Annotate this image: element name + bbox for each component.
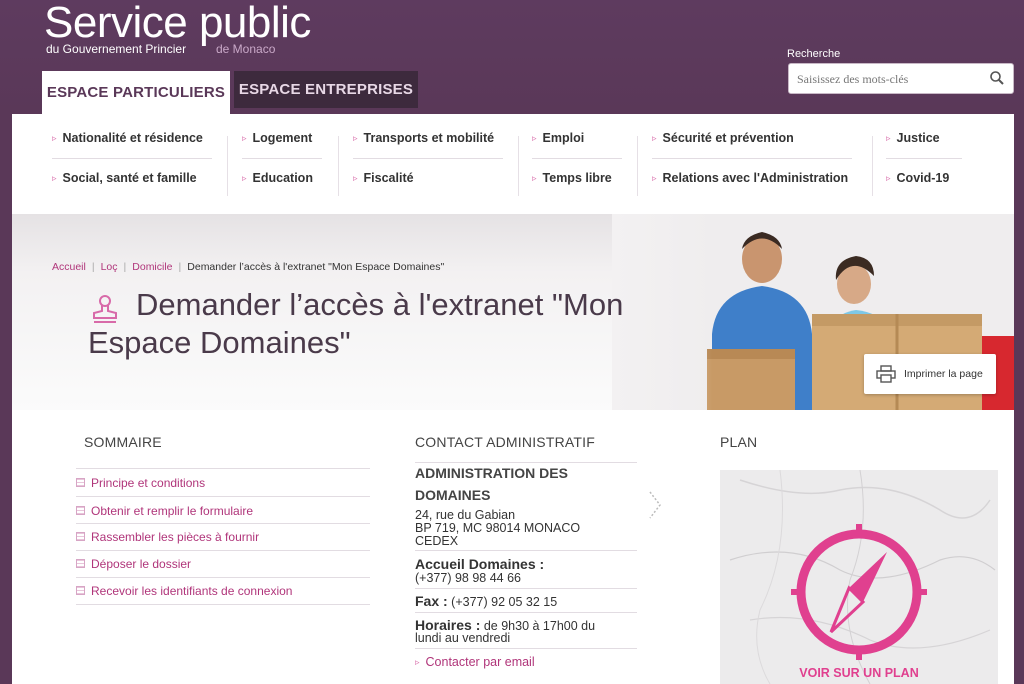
nav-separator xyxy=(518,136,519,196)
list-bullet-icon xyxy=(76,532,85,541)
page-title: Demander l’accès à l'extranet "Mon Espac… xyxy=(88,286,708,362)
breadcrumb-separator: | xyxy=(123,261,127,273)
bullet-icon: ▹ xyxy=(242,172,247,183)
sommaire-title: SOMMAIRE xyxy=(84,434,162,450)
nav-item-education[interactable]: ▹ Education xyxy=(242,171,313,185)
sommaire-divider xyxy=(76,604,370,605)
bullet-icon: ▹ xyxy=(52,172,57,183)
nav-item-temps-libre[interactable]: ▹ Temps libre xyxy=(532,171,612,185)
search-icon[interactable] xyxy=(989,70,1005,86)
nav-item-covid[interactable]: ▹ Covid-19 xyxy=(886,171,949,185)
map-link[interactable]: VOIR SUR UN PLAN xyxy=(720,470,998,684)
bullet-icon: ▹ xyxy=(532,172,537,183)
chevron-right-icon[interactable] xyxy=(648,490,662,520)
breadcrumb-link-accueil[interactable]: Accueil xyxy=(52,261,86,273)
contact-fax: Fax : (+377) 92 05 32 15 xyxy=(415,593,558,609)
contact-divider xyxy=(415,612,637,613)
bullet-icon: ▹ xyxy=(532,132,537,143)
contact-divider xyxy=(415,588,637,589)
contact-horaires-value2: lundi au vendredi xyxy=(415,631,511,645)
site-header: Service public du Gouvernement Princier … xyxy=(0,0,1024,114)
nav-item-nationalite[interactable]: ▹ Nationalité et résidence xyxy=(52,131,203,145)
nav-separator xyxy=(338,136,339,196)
nav-divider xyxy=(52,158,212,159)
contact-divider xyxy=(415,648,637,649)
bullet-icon: ▹ xyxy=(886,172,891,183)
breadcrumb: Accueil | Loç | Domicile | Demander l’ac… xyxy=(52,261,444,273)
map-caption: VOIR SUR UN PLAN xyxy=(799,666,919,680)
bullet-icon: ▹ xyxy=(652,172,657,183)
search-input[interactable] xyxy=(797,70,977,88)
nav-item-transports[interactable]: ▹ Transports et mobilité xyxy=(353,131,494,145)
nav-item-justice[interactable]: ▹ Justice xyxy=(886,131,940,145)
breadcrumb-current: Demander l’accès à l'extranet "Mon Espac… xyxy=(187,261,445,273)
nav-divider xyxy=(532,158,622,159)
nav-item-relations[interactable]: ▹ Relations avec l'Administration xyxy=(652,171,848,185)
contact-accueil-phone: (+377) 98 98 44 66 xyxy=(415,571,521,585)
contact-fax-label: Fax : xyxy=(415,593,448,609)
list-bullet-icon xyxy=(76,478,85,487)
nav-divider xyxy=(652,158,852,159)
search-box xyxy=(788,63,1014,94)
printer-icon xyxy=(876,365,896,383)
contact-divider xyxy=(415,550,637,551)
breadcrumb-separator: | xyxy=(178,261,182,273)
contact-accueil-label: Accueil Domaines : xyxy=(415,556,545,572)
page-title-line1: Demander l’accès à l'extranet "Mon xyxy=(136,287,624,322)
nav-separator xyxy=(227,136,228,196)
nav-item-logement[interactable]: ▹ Logement xyxy=(242,131,312,145)
nav-item-securite[interactable]: ▹ Sécurité et prévention xyxy=(652,131,794,145)
page-title-line2: Espace Domaines" xyxy=(88,325,351,360)
nav-divider xyxy=(886,158,962,159)
list-bullet-icon xyxy=(76,506,85,515)
bullet-icon: ▹ xyxy=(886,132,891,143)
nav-item-fiscalite[interactable]: ▹ Fiscalité xyxy=(353,171,414,185)
contact-org-line1: ADMINISTRATION DES xyxy=(415,465,568,481)
list-bullet-icon xyxy=(76,586,85,595)
bullet-icon: ▹ xyxy=(353,172,358,183)
breadcrumb-link-logement[interactable]: Loç xyxy=(101,261,118,273)
bullet-icon: ▹ xyxy=(353,132,358,143)
sommaire-item[interactable]: Obtenir et remplir le formulaire xyxy=(76,497,370,524)
sommaire-item[interactable]: Déposer le dossier xyxy=(76,550,370,577)
print-page-label: Imprimer la page xyxy=(904,368,983,380)
bullet-icon: ▹ xyxy=(242,132,247,143)
nav-separator xyxy=(872,136,873,196)
site-logo-title[interactable]: Service public xyxy=(44,0,311,48)
bullet-icon: ▹ xyxy=(415,656,420,667)
bullet-icon: ▹ xyxy=(652,132,657,143)
main-navigation: ▹ Nationalité et résidence ▹ Logement ▹ Tra… xyxy=(12,114,1014,214)
contact-divider xyxy=(415,462,637,463)
nav-item-social[interactable]: ▹ Social, santé et famille xyxy=(52,171,197,185)
compass-icon xyxy=(791,524,927,660)
list-bullet-icon xyxy=(76,559,85,568)
contact-title: CONTACT ADMINISTRATIF xyxy=(415,434,595,450)
contact-fax-value: (+377) 92 05 32 15 xyxy=(451,595,558,609)
main-content: SOMMAIRE Principe et conditions Obtenir … xyxy=(12,410,1014,684)
contact-address-line3: CEDEX xyxy=(415,534,459,548)
breadcrumb-separator: | xyxy=(91,261,95,273)
nav-divider xyxy=(353,158,503,159)
bullet-icon: ▹ xyxy=(52,132,57,143)
nav-separator xyxy=(637,136,638,196)
contact-email-link[interactable]: ▹ Contacter par email xyxy=(415,655,535,669)
breadcrumb-link-domicile[interactable]: Domicile xyxy=(132,261,172,273)
tab-espace-particuliers[interactable]: ESPACE PARTICULIERS xyxy=(42,71,230,114)
site-logo-subtitle-monaco: de Monaco xyxy=(216,42,276,56)
search-label: Recherche xyxy=(787,48,841,60)
sommaire-item[interactable]: Recevoir les identifiants de connexion xyxy=(76,577,370,604)
contact-org-line2: DOMAINES xyxy=(415,487,491,503)
site-logo-subtitle: du Gouvernement Princier xyxy=(46,42,187,56)
print-page-button[interactable]: Imprimer la page xyxy=(864,354,996,394)
sommaire-item[interactable]: Rassembler les pièces à fournir xyxy=(76,523,370,550)
plan-title: PLAN xyxy=(720,434,758,450)
page-hero: Accueil | Loç | Domicile | Demander l’ac… xyxy=(12,214,1014,410)
nav-divider xyxy=(242,158,322,159)
sommaire-item[interactable]: Principe et conditions xyxy=(76,469,370,496)
tab-espace-entreprises[interactable]: ESPACE ENTREPRISES xyxy=(234,71,418,108)
nav-item-emploi[interactable]: ▹ Emploi xyxy=(532,131,584,145)
